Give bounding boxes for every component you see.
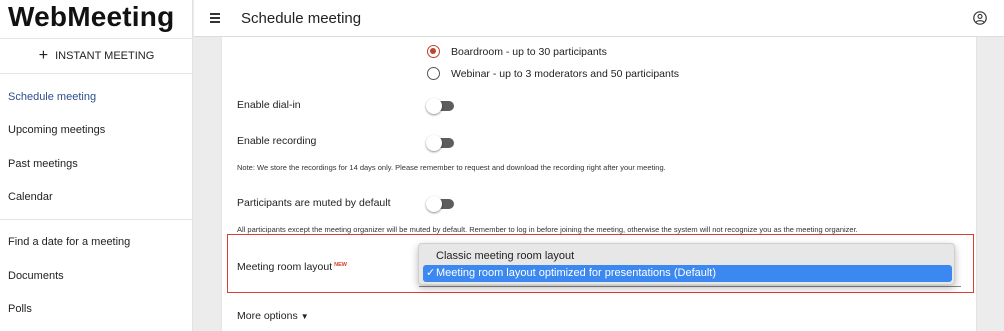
radio-webinar[interactable] (427, 67, 440, 80)
instant-meeting-button[interactable]: + INSTANT MEETING (0, 38, 193, 74)
layout-option-presentations-label: Meeting room layout optimized for presen… (436, 267, 717, 279)
layout-option-presentations[interactable]: ✓Meeting room layout optimized for prese… (423, 265, 952, 282)
sidebar-item-documents[interactable]: Documents (8, 270, 64, 282)
layout-label-text: Meeting room layout (237, 261, 333, 273)
account-circle-icon[interactable] (973, 11, 987, 25)
layout-option-classic-label: Classic meeting room layout (436, 250, 575, 262)
recording-note: Note: We store the recordings for 14 day… (237, 163, 666, 172)
sidebar-divider (0, 219, 193, 220)
more-options-toggle[interactable]: More options ▼ (237, 310, 309, 322)
radio-boardroom-label: Boardroom - up to 30 participants (451, 46, 607, 58)
muted-toggle[interactable] (424, 195, 456, 213)
sidebar: WebMeeting + INSTANT MEETING Schedule me… (0, 0, 193, 331)
muted-note: All participants except the meeting orga… (237, 225, 858, 234)
app-window: WebMeeting + INSTANT MEETING Schedule me… (0, 0, 1004, 331)
app-logo: WebMeeting (8, 1, 175, 32)
sidebar-item-schedule-meeting[interactable]: Schedule meeting (8, 91, 96, 103)
dial-in-label: Enable dial-in (237, 99, 301, 111)
caret-down-icon: ▼ (300, 312, 309, 321)
layout-option-classic[interactable]: Classic meeting room layout (423, 248, 952, 265)
hamburger-icon[interactable] (210, 13, 220, 23)
recording-label: Enable recording (237, 135, 317, 147)
more-options-label: More options (237, 310, 298, 322)
sidebar-item-upcoming-meetings[interactable]: Upcoming meetings (8, 124, 105, 136)
muted-label: Participants are muted by default (237, 197, 391, 209)
recording-toggle[interactable] (424, 134, 456, 152)
sidebar-item-find-date[interactable]: Find a date for a meeting (8, 236, 130, 248)
page-title: Schedule meeting (241, 10, 362, 27)
new-badge: NEW (334, 261, 347, 268)
radio-webinar-label: Webinar - up to 3 moderators and 50 part… (451, 68, 680, 80)
layout-select[interactable] (419, 286, 961, 287)
radio-boardroom[interactable] (427, 45, 440, 58)
layout-dropdown: Classic meeting room layout ✓Meeting roo… (418, 243, 955, 285)
dial-in-toggle[interactable] (424, 97, 456, 115)
check-icon: ✓ (426, 267, 436, 279)
sidebar-item-polls[interactable]: Polls (8, 303, 32, 315)
layout-label: Meeting room layout NEW (237, 261, 347, 273)
sidebar-item-past-meetings[interactable]: Past meetings (8, 158, 78, 170)
plus-icon: + (38, 47, 49, 64)
sidebar-item-calendar[interactable]: Calendar (8, 191, 53, 203)
instant-meeting-label: INSTANT MEETING (55, 50, 155, 62)
top-header: Schedule meeting (194, 0, 1004, 37)
